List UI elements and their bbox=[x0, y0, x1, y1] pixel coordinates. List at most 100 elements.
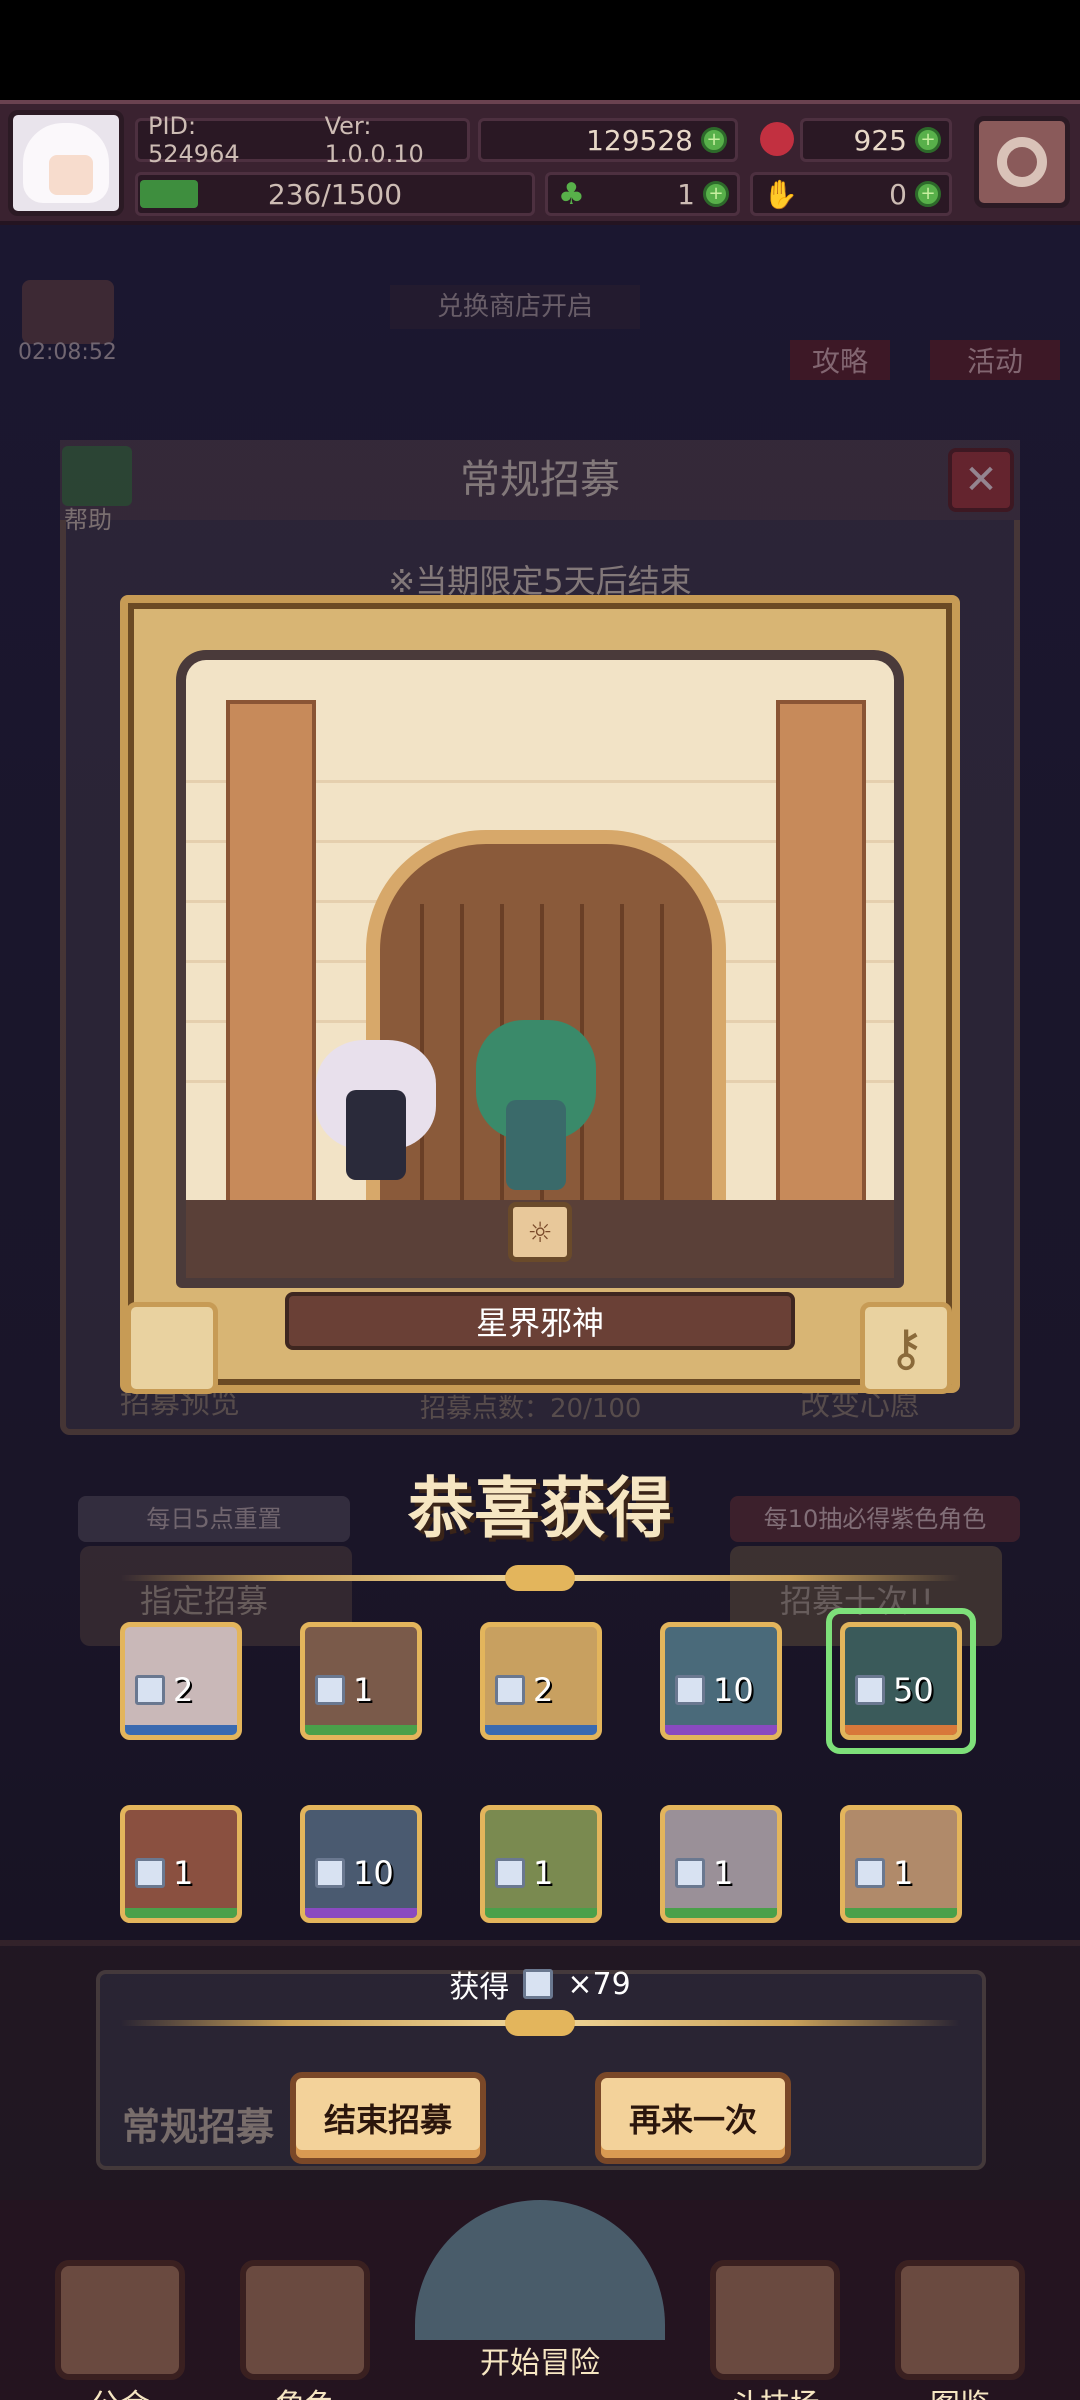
rarity-bar bbox=[305, 1908, 417, 1918]
stamina-value: 236/1500 bbox=[267, 177, 403, 211]
reward-card[interactable]: 1 bbox=[660, 1805, 782, 1923]
stamina-fill bbox=[140, 180, 198, 208]
role-icon bbox=[240, 2260, 370, 2380]
rarity-bar bbox=[305, 1725, 417, 1735]
points-label: 招募点数：20/100 bbox=[420, 1394, 642, 1424]
reward-card[interactable]: 1 bbox=[300, 1622, 422, 1740]
reward-count: 2 bbox=[533, 1671, 554, 1709]
recruit-again-button[interactable]: 再来一次 bbox=[595, 2072, 791, 2164]
guide-button[interactable]: 攻略 bbox=[790, 340, 890, 380]
banner-label: 常规招募 bbox=[122, 2105, 275, 2149]
nav-role-label: 角色 bbox=[230, 2380, 380, 2400]
rarity-bar bbox=[125, 1908, 237, 1918]
player-avatar[interactable] bbox=[8, 110, 124, 216]
reward-count-row: 1 bbox=[495, 1854, 553, 1892]
reward-count: 1 bbox=[713, 1854, 734, 1892]
reward-card[interactable]: 2 bbox=[120, 1622, 242, 1740]
add-gold-icon[interactable]: + bbox=[701, 127, 727, 153]
reward-count: 1 bbox=[353, 1671, 374, 1709]
ruby-counter[interactable]: 925 + bbox=[800, 118, 952, 162]
id-row: PID: 524964 Ver: 1.0.0.10 bbox=[135, 112, 470, 168]
ticket-icon bbox=[315, 1675, 345, 1705]
ticket-icon bbox=[855, 1858, 885, 1888]
reward-count: 10 bbox=[713, 1671, 754, 1709]
hand-icon: ✋ bbox=[763, 177, 798, 211]
reward-card[interactable]: 1 bbox=[480, 1805, 602, 1923]
guild-icon bbox=[55, 2260, 185, 2380]
nav-guild[interactable]: 公会 bbox=[45, 2260, 195, 2400]
nav-arena[interactable]: 斗技场 bbox=[700, 2260, 850, 2400]
key-corner-icon: ⚷ bbox=[860, 1302, 952, 1394]
nav-adventure-label: 开始冒险 bbox=[480, 2346, 600, 2381]
reward-card[interactable]: 2 bbox=[480, 1622, 602, 1740]
version-label: Ver: 1.0.0.10 bbox=[324, 112, 424, 168]
player-id: PID: 524964 bbox=[148, 112, 240, 168]
ruby-value: 925 bbox=[853, 123, 907, 157]
rarity-bar bbox=[665, 1725, 777, 1735]
ticket-icon bbox=[495, 1675, 525, 1705]
event-button[interactable]: 活动 bbox=[930, 340, 1060, 380]
crossed-swords-icon bbox=[710, 2260, 840, 2380]
settings-gear-icon[interactable] bbox=[974, 116, 1070, 208]
character-name-bar: 星界邪神 bbox=[285, 1292, 795, 1350]
ticket-icon bbox=[675, 1675, 705, 1705]
reward-card[interactable]: 1 bbox=[120, 1805, 242, 1923]
ticket-icon bbox=[315, 1858, 345, 1888]
reward-count-row: 10 bbox=[315, 1854, 394, 1892]
character-body-green bbox=[506, 1100, 566, 1190]
reward-count-row: 1 bbox=[675, 1854, 733, 1892]
reward-card[interactable]: 10 bbox=[660, 1622, 782, 1740]
congrats-title: 恭喜获得 bbox=[408, 1470, 672, 1547]
ticket-icon bbox=[135, 1858, 165, 1888]
rarity-bar bbox=[485, 1725, 597, 1735]
reward-count: 1 bbox=[533, 1854, 554, 1892]
help-label: 帮助 bbox=[64, 506, 112, 534]
reward-count: 2 bbox=[173, 1671, 194, 1709]
ticket-icon bbox=[523, 1969, 554, 1999]
add-hand-icon[interactable]: + bbox=[915, 181, 941, 207]
rarity-coin-icon: ☼ bbox=[508, 1202, 572, 1262]
shop-open-label: 兑换商店开启 bbox=[390, 285, 640, 329]
ticket-icon bbox=[675, 1858, 705, 1888]
reward-count: 10 bbox=[353, 1854, 394, 1892]
rarity-bar bbox=[665, 1908, 777, 1918]
reward-count-row: 2 bbox=[135, 1671, 193, 1709]
clover-counter[interactable]: ♣ 1 + bbox=[545, 172, 740, 216]
nav-book-label: 图鉴 bbox=[885, 2380, 1035, 2400]
left-pillar bbox=[226, 700, 316, 1220]
end-recruit-label: 结束招募 bbox=[323, 2101, 452, 2139]
gold-value: 129528 bbox=[586, 123, 693, 157]
clover-icon: ♣ bbox=[558, 176, 585, 212]
add-ruby-icon[interactable]: + bbox=[915, 127, 941, 153]
selected-card-highlight bbox=[826, 1608, 976, 1754]
divider-ornament bbox=[505, 1565, 575, 1591]
total-count: ×79 bbox=[567, 1966, 631, 2002]
hand-value: 0 bbox=[889, 177, 907, 211]
nav-adventure[interactable]: 开始冒险 bbox=[440, 2338, 640, 2382]
gold-counter[interactable]: 129528 + bbox=[478, 118, 738, 162]
reward-card[interactable]: 1 bbox=[840, 1805, 962, 1923]
reward-count-row: 2 bbox=[495, 1671, 553, 1709]
nav-guild-label: 公会 bbox=[45, 2380, 195, 2400]
total-label: 获得 bbox=[449, 1970, 510, 2005]
recruit-again-label: 再来一次 bbox=[628, 2101, 757, 2139]
rarity-bar bbox=[845, 1908, 957, 1918]
ticket-icon bbox=[495, 1858, 525, 1888]
ticket-icon bbox=[135, 1675, 165, 1705]
close-icon[interactable]: ✕ bbox=[948, 448, 1014, 512]
hand-counter[interactable]: ✋ 0 + bbox=[750, 172, 952, 216]
nav-book[interactable]: 图鉴 bbox=[885, 2260, 1035, 2400]
add-clover-icon[interactable]: + bbox=[703, 181, 729, 207]
clover-value: 1 bbox=[677, 177, 695, 211]
timer-event-icon[interactable] bbox=[22, 280, 114, 344]
reward-count-row: 1 bbox=[135, 1854, 193, 1892]
end-recruit-button[interactable]: 结束招募 bbox=[290, 2072, 486, 2164]
reward-count-row: 10 bbox=[675, 1671, 754, 1709]
nav-role[interactable]: 角色 bbox=[230, 2260, 380, 2400]
rarity-bar bbox=[125, 1725, 237, 1735]
reward-count: 1 bbox=[173, 1854, 194, 1892]
reward-card[interactable]: 10 bbox=[300, 1805, 422, 1923]
rarity-bar bbox=[485, 1908, 597, 1918]
emblem-corner-icon bbox=[126, 1302, 218, 1394]
help-icon[interactable] bbox=[62, 446, 132, 506]
